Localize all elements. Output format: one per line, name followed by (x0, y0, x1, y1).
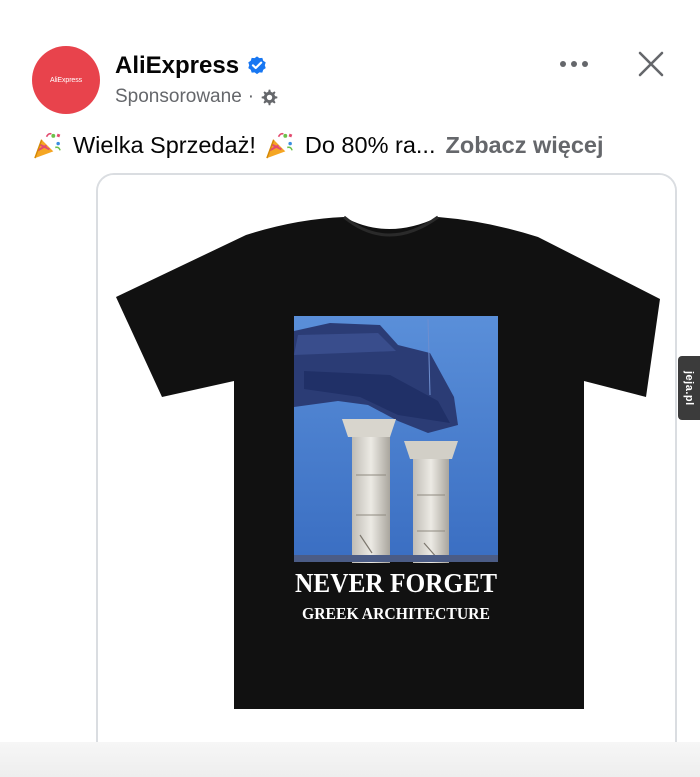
party-popper-icon (264, 130, 295, 161)
more-options-button[interactable] (555, 50, 593, 78)
post-header: AliExpress AliExpress Sponsorowane · (0, 0, 700, 122)
see-more-link[interactable]: Zobacz więcej (445, 132, 603, 159)
bottom-area (0, 742, 700, 777)
print-subline: GREEK ARCHITECTURE (302, 604, 490, 623)
party-popper-icon (32, 130, 63, 161)
sponsored-label[interactable]: Sponsorowane (115, 86, 242, 108)
print-photo (294, 316, 498, 563)
post-caption: Wielka Sprzedaż! Do 80% ra... Zobacz wię… (32, 128, 672, 162)
caption-text-sale: Wielka Sprzedaż! (73, 131, 256, 158)
page-name-row: AliExpress (115, 52, 268, 80)
page-name[interactable]: AliExpress (115, 52, 239, 80)
avatar[interactable]: AliExpress (32, 46, 100, 114)
caption-text-discount: Do 80% ra... (304, 131, 436, 158)
close-icon (638, 51, 664, 82)
product-card[interactable]: NEVER FORGET GREEK ARCHITECTURE (96, 173, 677, 777)
print-headline: NEVER FORGET (295, 568, 497, 598)
gear-icon[interactable] (260, 88, 279, 107)
verified-badge-icon (246, 55, 268, 77)
meta-separator: · (247, 86, 255, 107)
watermark: jeja.pl (678, 356, 700, 420)
watermark-text: jeja.pl (683, 370, 695, 406)
post-meta: Sponsorowane · (115, 86, 279, 108)
avatar-logo-text: AliExpress (49, 76, 83, 84)
more-options-icon (559, 55, 589, 73)
product-image[interactable]: NEVER FORGET GREEK ARCHITECTURE (98, 175, 677, 777)
close-button[interactable] (631, 46, 671, 86)
